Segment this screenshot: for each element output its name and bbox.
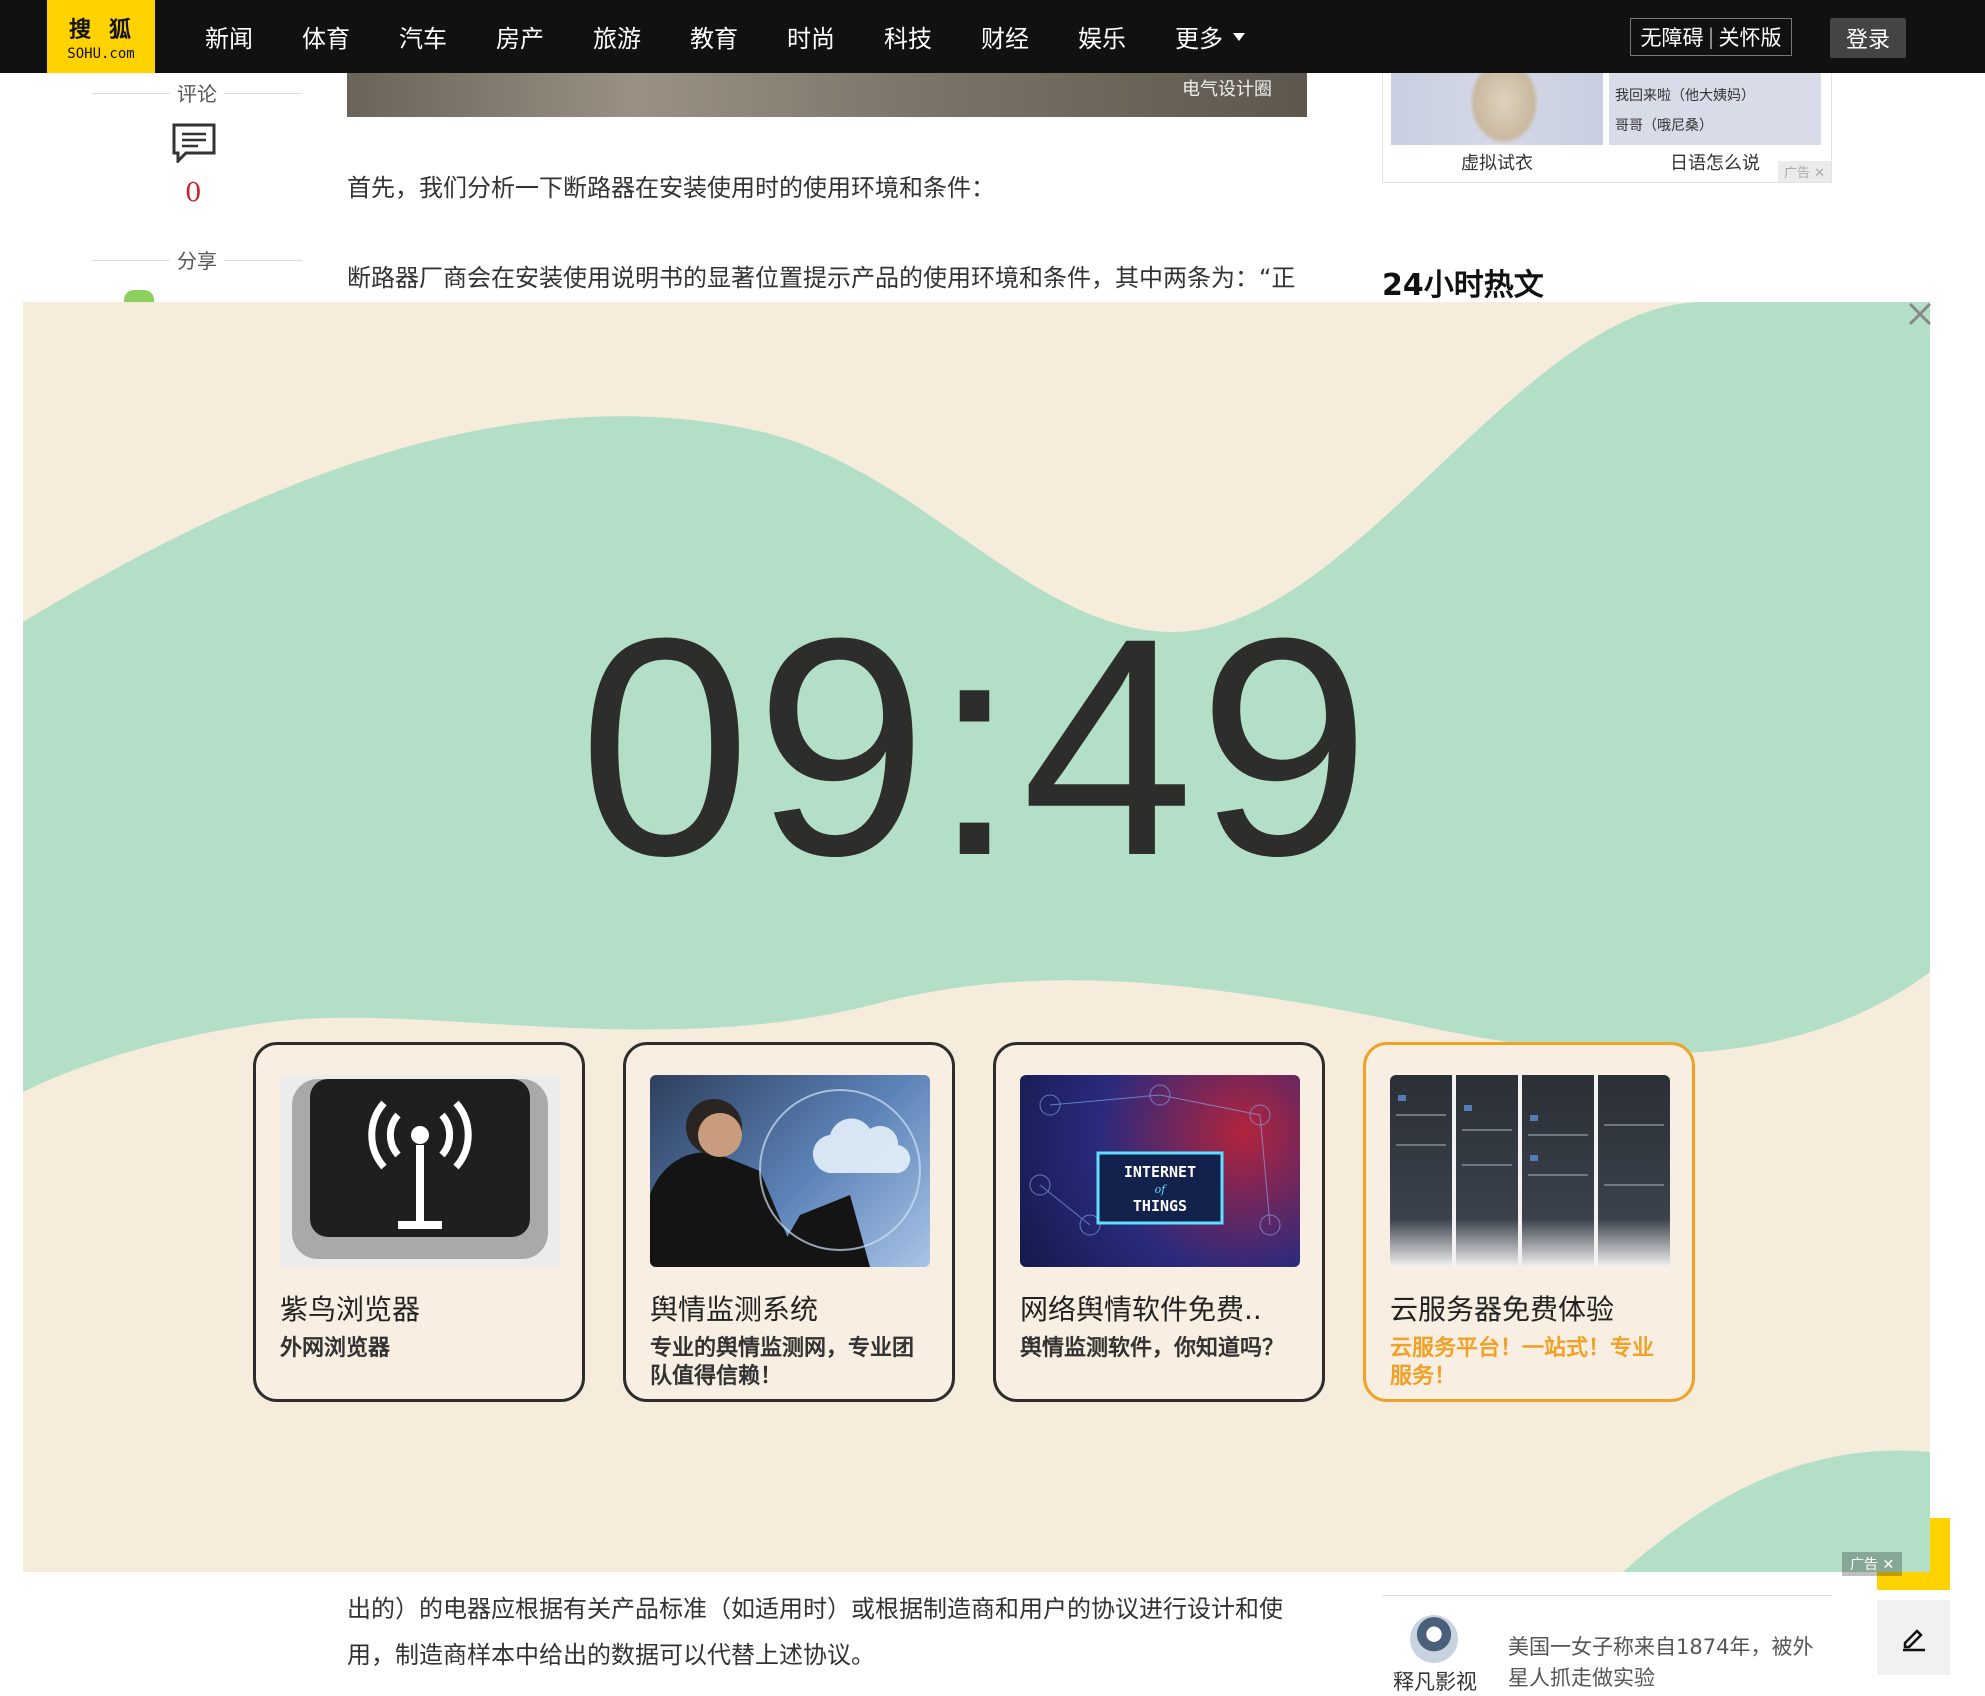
nav-item-entertainment[interactable]: 娱乐 xyxy=(1078,19,1126,54)
edit-button[interactable] xyxy=(1877,1600,1950,1675)
wireless-router-icon xyxy=(292,1079,548,1259)
image-watermark: 电气设计圈 xyxy=(1182,79,1272,100)
share-label: 分享 xyxy=(92,245,302,274)
ad-image-japanese[interactable]: 我回来啦（他大姨妈） 哥哥（哦尼桑） xyxy=(1609,73,1821,145)
hot-author[interactable]: 释凡影视 xyxy=(1393,1666,1477,1696)
card-title: 网络舆情软件免费.. xyxy=(1020,1293,1262,1326)
nav-item-travel[interactable]: 旅游 xyxy=(593,19,641,54)
right-ad-box[interactable]: 我回来啦（他大姨妈） 哥哥（哦尼桑） 虚拟试衣 日语怎么说 广告 ✕ xyxy=(1382,73,1832,183)
overlay-ad-tag-label: 广告 xyxy=(1850,1557,1878,1573)
accessibility-toggle: 无障碍 | 关怀版 xyxy=(1630,18,1792,56)
ad-image-line-2: 哥哥（哦尼桑） xyxy=(1615,118,1713,134)
nav-item-fashion[interactable]: 时尚 xyxy=(787,19,835,54)
card-thumb xyxy=(280,1075,560,1267)
channel-nav: 新闻 体育 汽车 房产 旅游 教育 时尚 科技 财经 娱乐 更多 xyxy=(205,0,1245,73)
elder-mode-button[interactable]: 关怀版 xyxy=(1719,22,1782,52)
businessman-cloud-image xyxy=(650,1089,921,1267)
nav-more[interactable]: 更多 xyxy=(1175,19,1245,54)
article-paragraph-3: 出的）的电器应根据有关产品标准（如适用时）或根据制造商和用户的协议进行设计和使 xyxy=(347,1595,1283,1623)
ad-card-cloud-server[interactable]: 云服务器免费体验 云服务平台！一站式！专业服务！ xyxy=(1363,1042,1695,1402)
overlay-ad-tag: 广告 ✕ xyxy=(1842,1552,1903,1576)
card-title: 云服务器免费体验 xyxy=(1390,1293,1615,1326)
ad-image-line-1: 我回来啦（他大姨妈） xyxy=(1615,88,1755,104)
pencil-icon xyxy=(1902,1628,1925,1651)
ad-card-network-opinion-software[interactable]: INTERNET of THINGS 网络舆情软件免费.. 舆情监测软件，你知道… xyxy=(993,1042,1325,1402)
card-desc: 专业的舆情监测网，专业团队值得信赖！ xyxy=(650,1336,915,1389)
divider: | xyxy=(1707,25,1715,49)
ad-image-try-on[interactable] xyxy=(1391,73,1603,145)
ad-caption-try-on[interactable]: 虚拟试衣 xyxy=(1391,149,1603,175)
avatar[interactable] xyxy=(1410,1615,1458,1663)
card-title: 舆情监测系统 xyxy=(650,1293,819,1326)
nav-item-news[interactable]: 新闻 xyxy=(205,19,253,54)
logo-en: SOHU.com xyxy=(67,46,135,62)
wechat-share-icon[interactable] xyxy=(124,290,154,302)
card-desc: 云服务平台！一站式！专业服务！ xyxy=(1390,1336,1655,1389)
dress-image xyxy=(1469,73,1539,145)
nav-item-house[interactable]: 房产 xyxy=(496,19,544,54)
nav-more-label: 更多 xyxy=(1175,25,1223,53)
nav-item-auto[interactable]: 汽车 xyxy=(399,19,447,54)
card-title: 紫鸟浏览器 xyxy=(280,1293,421,1326)
server-rack-image xyxy=(1390,1075,1670,1267)
nav-item-finance[interactable]: 财经 xyxy=(981,19,1029,54)
article-image: 电气设计圈 xyxy=(347,73,1307,117)
logo-cn: 搜狐 xyxy=(68,17,149,43)
comment-icon[interactable] xyxy=(172,123,216,163)
nav-item-sports[interactable]: 体育 xyxy=(302,19,350,54)
article-paragraph-1: 首先，我们分析一下断路器在安装使用时的使用环境和条件： xyxy=(347,174,995,202)
card-desc: 舆情监测软件，你知道吗？ xyxy=(1020,1336,1285,1361)
ad-card-public-opinion-system[interactable]: 舆情监测系统 专业的舆情监测网，专业团队值得信赖！ xyxy=(623,1042,955,1402)
card-thumb xyxy=(1390,1075,1670,1267)
top-navbar: 搜狐 SOHU.com 新闻 体育 汽车 房产 旅游 教育 时尚 科技 财经 娱… xyxy=(0,0,1985,73)
card-thumb: INTERNET of THINGS xyxy=(1020,1075,1300,1267)
clock-display: 09:49 xyxy=(578,573,1375,920)
iot-text-1: INTERNET xyxy=(1124,1163,1196,1181)
comment-count: 0 xyxy=(185,178,202,208)
iot-text-3: THINGS xyxy=(1133,1197,1187,1215)
ad-card-zi-niao-browser[interactable]: 紫鸟浏览器 外网浏览器 xyxy=(253,1042,585,1402)
card-desc: 外网浏览器 xyxy=(280,1336,391,1361)
comment-label: 评论 xyxy=(92,78,302,107)
accessibility-button[interactable]: 无障碍 xyxy=(1640,22,1703,52)
hot-articles-title: 24小时热文 xyxy=(1382,268,1544,303)
sohu-logo[interactable]: 搜狐 SOHU.com xyxy=(47,0,155,73)
login-button[interactable]: 登录 xyxy=(1830,18,1906,58)
ad-tag: 广告 ✕ xyxy=(1777,161,1831,182)
close-icon[interactable] xyxy=(1906,300,1934,328)
caret-down-icon xyxy=(1233,32,1245,41)
nav-item-education[interactable]: 教育 xyxy=(690,19,738,54)
popup-ad-overlay[interactable]: 09:49 紫鸟浏览器 外网浏览器 舆情监测系统 专业的舆情监测网，专业团队值得… xyxy=(23,302,1930,1572)
article-paragraph-4: 用，制造商样本中给出的数据可以代替上述协议。 xyxy=(347,1641,875,1669)
internet-of-things-image: INTERNET of THINGS xyxy=(1029,1084,1281,1236)
hot-article-link[interactable]: 美国一女子称来自1874年，被外星人抓走做实验 xyxy=(1508,1632,1828,1694)
ad-tag-label: 广告 xyxy=(1783,166,1810,181)
ad-cards: 紫鸟浏览器 外网浏览器 舆情监测系统 专业的舆情监测网，专业团队值得信赖！ IN… xyxy=(253,1042,1703,1432)
divider xyxy=(1382,1595,1832,1596)
article-paragraph-2: 断路器厂商会在安装使用说明书的显著位置提示产品的使用环境和条件，其中两条为：“正 xyxy=(347,264,1296,292)
nav-item-tech[interactable]: 科技 xyxy=(884,19,932,54)
card-thumb xyxy=(650,1075,930,1267)
